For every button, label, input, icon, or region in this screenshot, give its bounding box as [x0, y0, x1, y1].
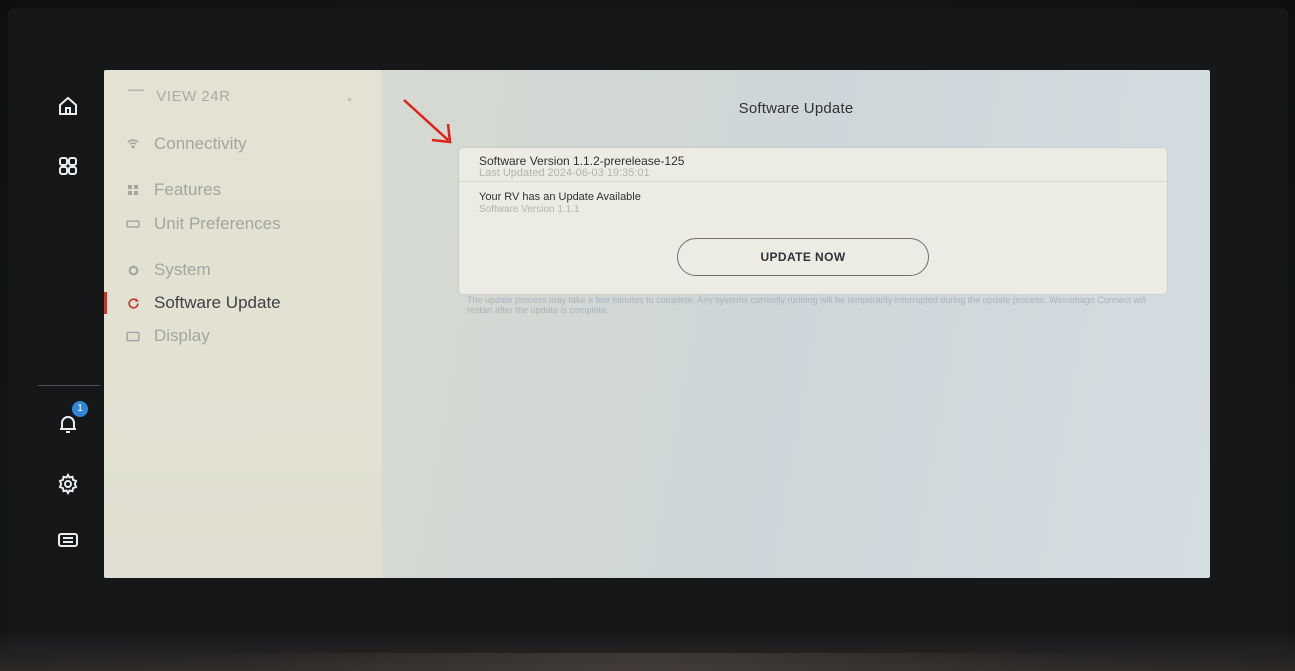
- sidebar-item-label: System: [154, 260, 211, 279]
- annotation-arrow-icon: [403, 99, 452, 144]
- sidebar-item-display[interactable]: Display: [126, 326, 210, 346]
- photo-frame: 1 ▔▔ VIEW 24R Connectivity Features Unit…: [0, 0, 1295, 671]
- current-version: Software Version 1.1.2-prerelease-125: [479, 154, 685, 168]
- sidebar-item-connectivity[interactable]: Connectivity: [126, 134, 247, 154]
- card-divider: [459, 181, 1167, 182]
- gear-icon: [126, 263, 140, 277]
- update-note: The update process may take a few minute…: [467, 295, 1146, 315]
- page-title: Software Update: [738, 100, 854, 117]
- refresh-icon: [126, 296, 140, 310]
- sidebar-item-label: Display: [154, 326, 210, 345]
- keyboard-icon[interactable]: [50, 522, 86, 558]
- rail-divider: [38, 385, 100, 386]
- update-now-button[interactable]: UPDATE NOW: [677, 238, 929, 276]
- bell-icon[interactable]: 1: [50, 401, 88, 442]
- unit-selector[interactable]: ▔▔ VIEW 24R: [128, 88, 230, 105]
- bottom-glare: [0, 631, 1295, 671]
- signal-icon: ▔▔: [128, 91, 145, 102]
- nav-rail: 1: [38, 70, 100, 580]
- sidebar-item-features[interactable]: Features: [126, 180, 221, 200]
- sidebar-item-label: Software Update: [154, 293, 281, 312]
- unit-name: VIEW 24R: [156, 88, 231, 105]
- update-card: Software Version 1.1.2-prerelease-125 La…: [459, 148, 1167, 294]
- wifi-icon: [126, 137, 140, 151]
- sidebar-item-unit-preferences[interactable]: Unit Preferences: [126, 214, 281, 234]
- sidebar-item-label: Features: [154, 180, 222, 199]
- ruler-icon: [126, 217, 140, 231]
- sidebar-item-label: Connectivity: [154, 134, 247, 153]
- settings-sidebar: ▔▔ VIEW 24R Connectivity Features Unit P…: [104, 70, 382, 578]
- display-screen: ▔▔ VIEW 24R Connectivity Features Unit P…: [104, 70, 1210, 578]
- available-version: Software Version 1.1.1: [479, 204, 580, 215]
- last-updated: Last Updated 2024-06-03 19:35:01: [479, 167, 650, 179]
- notification-badge: 1: [72, 401, 88, 417]
- sidebar-item-system[interactable]: System: [126, 260, 211, 280]
- grid-icon: [126, 183, 140, 197]
- update-available-heading: Your RV has an Update Available: [479, 191, 641, 203]
- home-icon[interactable]: [50, 88, 86, 124]
- sidebar-item-label: Unit Preferences: [154, 214, 281, 233]
- active-indicator: [104, 292, 107, 314]
- sidebar-item-software-update[interactable]: Software Update: [126, 293, 281, 313]
- dropdown-dot-icon: [348, 98, 351, 101]
- apps-icon[interactable]: [50, 148, 86, 184]
- settings-icon[interactable]: [50, 466, 86, 502]
- display-icon: [126, 329, 140, 343]
